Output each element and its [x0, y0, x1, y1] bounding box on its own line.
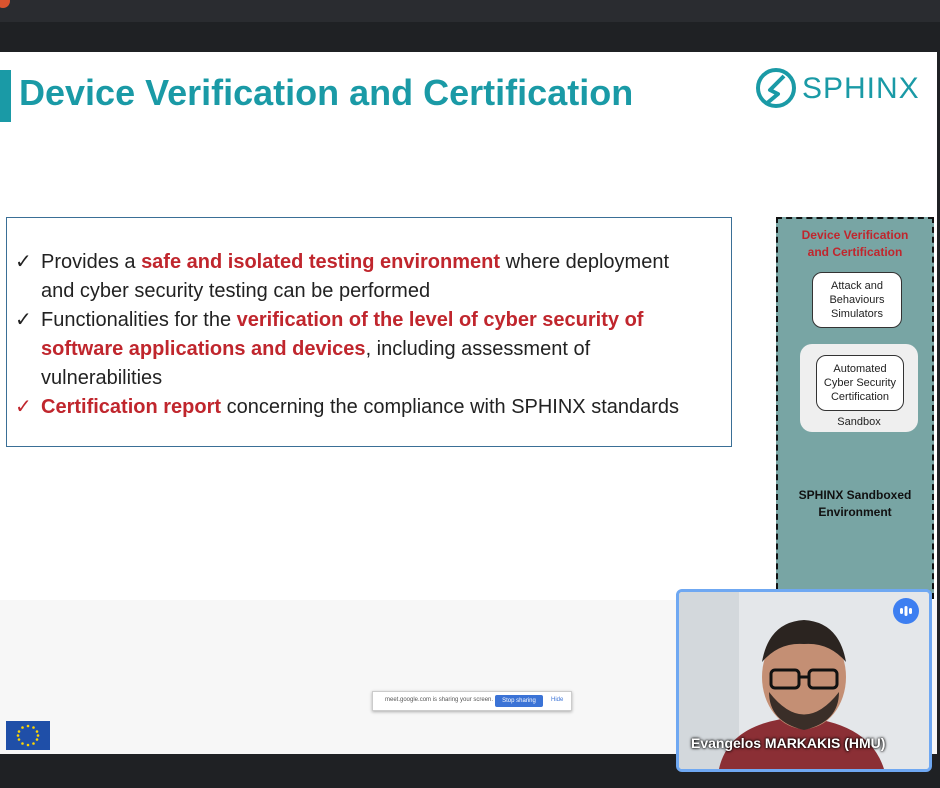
title-accent-bar — [0, 70, 11, 122]
participant-name: Evangelos MARKAKIS (HMU) — [691, 735, 886, 751]
sandbox-label: Sandbox — [837, 416, 881, 428]
bullet-text: where deployment — [500, 251, 670, 273]
env-label-line: SPHINX Sandboxed — [798, 488, 912, 502]
architecture-side-panel: Device Verification and Certification At… — [776, 217, 934, 599]
bullet-text: and cyber security testing can be perfor… — [41, 280, 431, 302]
check-icon: ✓ — [15, 309, 32, 331]
bullet-item: ✓ Certification report concerning the com… — [15, 393, 679, 422]
bullet-text: concerning the compliance with SPHINX st… — [221, 396, 680, 418]
bullet-text: Provides a — [41, 251, 142, 273]
side-title-line: and Certification — [807, 245, 903, 259]
sphinx-logo-icon — [756, 68, 796, 108]
check-icon: ✓ — [15, 251, 32, 273]
window-top-strip — [0, 0, 940, 22]
bullet-text: Functionalities for the — [41, 309, 237, 331]
side-panel-title: Device Verification and Certification — [778, 227, 932, 261]
bullet-highlight: safe and isolated testing environment — [141, 251, 501, 273]
box-text: Simulators — [831, 308, 883, 320]
share-message: meet.google.com is sharing your screen. — [385, 697, 494, 703]
app-indicator-icon — [0, 0, 10, 8]
eu-flag-icon — [6, 721, 50, 750]
bullet-content-box: ✓ Provides a safe and isolated testing en… — [6, 217, 732, 447]
sandbox-container: Automated Cyber Security Certification S… — [800, 344, 918, 432]
participant-video-tile[interactable]: Evangelos MARKAKIS (HMU) — [676, 589, 932, 772]
bullet-highlight: verification of the level of cyber secur… — [236, 309, 644, 331]
sphinx-logo: SPHINX — [754, 64, 924, 112]
stop-sharing-button[interactable]: Stop sharing — [495, 695, 543, 707]
attack-simulators-box: Attack and Behaviours Simulators — [812, 272, 902, 328]
box-text: Automated — [833, 363, 887, 375]
check-icon: ✓ — [15, 396, 32, 418]
bullet-text: vulnerabilities — [41, 367, 163, 389]
bullet-highlight: Certification report — [41, 396, 222, 418]
box-text: Attack and — [831, 280, 883, 292]
logo-text: SPHINX — [802, 72, 920, 105]
box-text: Behaviours — [829, 294, 885, 306]
env-label-line: Environment — [818, 505, 892, 519]
speaking-indicator-icon — [893, 598, 919, 624]
screen-share-notice: meet.google.com is sharing your screen. … — [372, 691, 572, 711]
bullet-text: , including assessment of — [365, 338, 591, 360]
bullet-item: ✓ Provides a safe and isolated testing en… — [15, 248, 669, 306]
bullet-highlight: software applications and devices — [41, 338, 366, 360]
automated-certification-box: Automated Cyber Security Certification — [816, 355, 904, 411]
box-text: Certification — [830, 391, 890, 403]
slide-title: Device Verification and Certification — [19, 72, 634, 113]
bullet-item: ✓ Functionalities for the verification of… — [15, 306, 643, 393]
environment-label: SPHINX Sandboxed Environment — [778, 487, 932, 521]
hide-button[interactable]: Hide — [551, 697, 563, 703]
box-text: Cyber Security — [823, 377, 897, 389]
side-title-line: Device Verification — [801, 228, 909, 242]
